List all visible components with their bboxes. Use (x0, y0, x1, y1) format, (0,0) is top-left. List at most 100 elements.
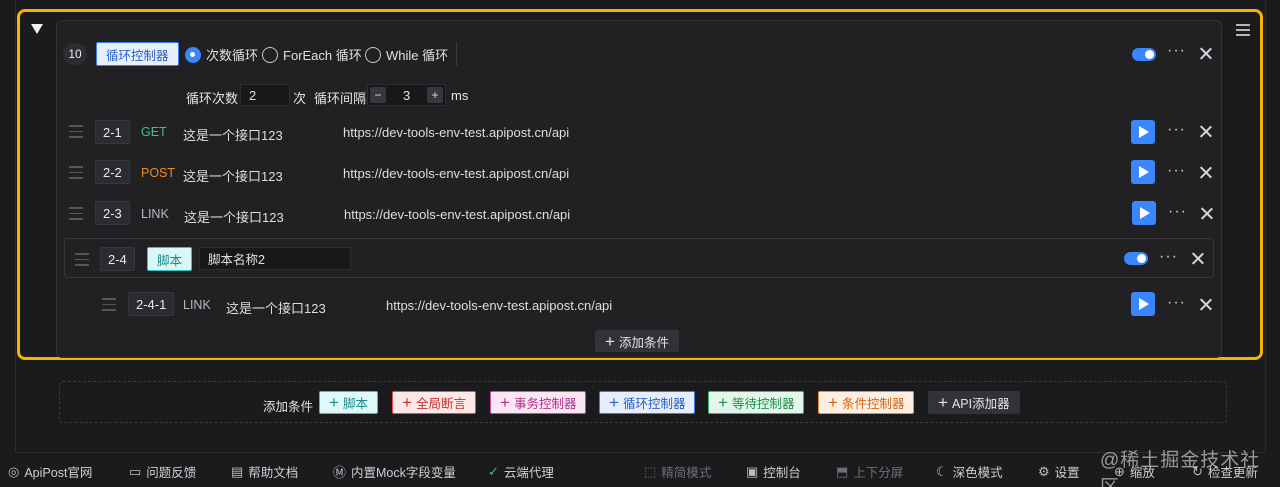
button-label: 事务控制器 (513, 397, 577, 411)
api-name[interactable]: 这是一个接口123 (184, 207, 284, 226)
statusbar-label: 深色模式 (952, 466, 1003, 480)
more-icon[interactable]: ··· (1167, 163, 1186, 179)
gear-icon: ⚙ (1038, 463, 1050, 479)
more-icon[interactable]: ··· (1167, 295, 1186, 311)
add-transaction-controller-button[interactable]: + 事务控制器 (490, 391, 587, 414)
method-label: GET (141, 125, 167, 139)
close-icon[interactable] (1200, 48, 1211, 59)
api-url: https://dev-tools-env-test.apipost.cn/ap… (343, 166, 570, 181)
request-id: 2-3 (95, 201, 130, 225)
statusbar-label: 内置Mock字段变量 (351, 466, 456, 480)
docs-icon: ▤ (231, 463, 244, 479)
script-name-input[interactable]: 脚本名称2 (199, 247, 351, 270)
radio-count-loop[interactable]: 次数循环 (185, 45, 258, 64)
radio-foreach-loop[interactable]: ForEach 循环 (262, 45, 362, 64)
drag-handle-icon[interactable] (75, 253, 89, 270)
plus-icon: + (828, 393, 838, 412)
statusbar-label: 上下分屏 (853, 466, 904, 480)
plus-icon: + (718, 393, 728, 412)
statusbar-apipost-site[interactable]: ◎ ApiPost官网 (8, 462, 92, 481)
apipost-logo-icon: ◎ (8, 463, 20, 479)
drag-handle-icon[interactable] (69, 166, 83, 183)
request-id: 2-2 (95, 160, 130, 184)
loop-count-unit: 次 (293, 91, 307, 106)
add-wait-controller-button[interactable]: + 等待控制器 (708, 391, 805, 414)
mock-icon: Ⓜ (333, 465, 347, 480)
more-icon[interactable]: ··· (1167, 122, 1186, 138)
plus-icon: + (605, 331, 615, 351)
drag-handle-icon[interactable] (69, 125, 83, 142)
add-api-button[interactable]: + API添加器 (928, 391, 1020, 414)
api-name[interactable]: 这是一个接口123 (183, 125, 283, 144)
statusbar-label: 问题反馈 (146, 466, 197, 480)
split-icon: ⬒ (836, 463, 849, 479)
add-if-controller-button[interactable]: + 条件控制器 (818, 391, 915, 414)
loop-count-input[interactable]: 2 (240, 84, 290, 106)
add-condition-button[interactable]: + 添加条件 (595, 330, 679, 352)
statusbar-settings[interactable]: ⚙ 设置 (1038, 462, 1080, 481)
close-icon[interactable] (1192, 253, 1203, 264)
button-label: 条件控制器 (841, 397, 905, 411)
collapse-triangle-icon[interactable] (31, 24, 43, 34)
add-loop-controller-button[interactable]: + 循环控制器 (599, 391, 696, 414)
plus-icon: + (938, 393, 948, 412)
method-label: LINK (183, 298, 211, 312)
radio-label: While 循环 (386, 48, 449, 63)
watermark: @稀土掘金技术社区 (1100, 450, 1261, 487)
divider (456, 42, 457, 66)
api-url: https://dev-tools-env-test.apipost.cn/ap… (344, 207, 571, 222)
add-condition-label: 添加条件 (618, 335, 669, 350)
request-id: 2-1 (95, 120, 130, 144)
statusbar-label: 控制台 (763, 466, 801, 480)
radio-label: 次数循环 (206, 48, 259, 63)
api-name[interactable]: 这是一个接口123 (226, 298, 326, 317)
statusbar-mock[interactable]: Ⓜ 内置Mock字段变量 (333, 462, 456, 481)
button-label: 等待控制器 (731, 397, 795, 411)
close-icon[interactable] (1200, 126, 1211, 137)
script-tag: 脚本 (147, 247, 193, 271)
add-script-button[interactable]: + 脚本 (319, 391, 378, 414)
loop-enable-toggle[interactable] (1132, 48, 1156, 61)
run-play-button[interactable] (1131, 292, 1155, 316)
statusbar-split[interactable]: ⬒ 上下分屏 (836, 462, 903, 481)
radio-while-loop[interactable]: While 循环 (365, 45, 448, 64)
api-name[interactable]: 这是一个接口123 (183, 166, 283, 185)
cloud-proxy-check-icon: ✓ (488, 463, 499, 479)
drag-handle-icon[interactable] (69, 207, 83, 224)
close-icon[interactable] (1200, 167, 1211, 178)
button-label: API添加器 (951, 397, 1010, 411)
more-icon[interactable]: ··· (1167, 43, 1186, 59)
more-icon[interactable]: ··· (1168, 204, 1187, 220)
add-global-assert-button[interactable]: + 全局断言 (392, 391, 476, 414)
script-enable-toggle[interactable] (1124, 252, 1148, 265)
more-icon[interactable]: ··· (1159, 249, 1178, 265)
moon-icon: ☾ (936, 463, 948, 479)
loop-interval-unit: ms (451, 88, 469, 103)
close-icon[interactable] (1200, 299, 1211, 310)
run-play-button[interactable] (1131, 160, 1155, 184)
statusbar-label: 设置 (1054, 466, 1080, 480)
statusbar-feedback[interactable]: ▭ 问题反馈 (129, 462, 196, 481)
radio-unchecked-icon (262, 46, 278, 63)
statusbar-dark-mode[interactable]: ☾ 深色模式 (936, 462, 1003, 481)
interval-decrement-button[interactable]: − (370, 87, 386, 103)
loop-controller-tag: 循环控制器 (96, 42, 179, 66)
loop-interval-value[interactable]: 3 (403, 88, 410, 103)
plus-icon: + (329, 393, 339, 412)
drag-handle-icon[interactable] (102, 298, 116, 315)
hamburger-menu-icon[interactable] (1236, 24, 1250, 39)
loop-count-label: 循环次数 (186, 91, 239, 106)
button-label: 全局断言 (415, 397, 466, 411)
statusbar-cloud-proxy[interactable]: ✓ 云端代理 (488, 462, 554, 481)
statusbar-console[interactable]: ▣ 控制台 (746, 462, 801, 481)
statusbar-label: 帮助文档 (248, 466, 299, 480)
interval-increment-button[interactable]: + (427, 87, 443, 103)
close-icon[interactable] (1201, 208, 1212, 219)
run-play-button[interactable] (1132, 201, 1156, 225)
button-label: 脚本 (342, 397, 368, 411)
statusbar-compact-mode[interactable]: ⬚ 精简模式 (644, 462, 711, 481)
statusbar-docs[interactable]: ▤ 帮助文档 (231, 462, 298, 481)
radio-checked-icon (185, 46, 201, 63)
run-play-button[interactable] (1131, 120, 1155, 144)
script-id: 2-4 (100, 247, 135, 271)
